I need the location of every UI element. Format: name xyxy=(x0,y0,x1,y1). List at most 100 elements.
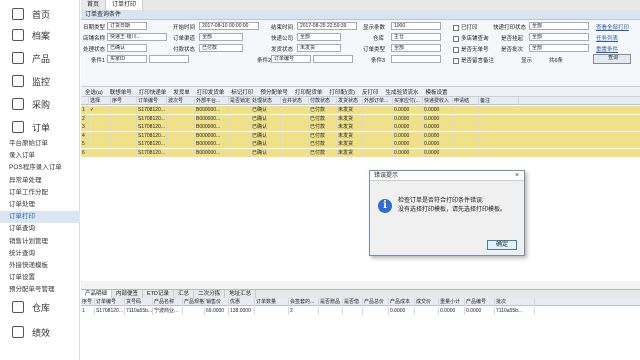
nav-bottom-0[interactable]: 仓库 xyxy=(0,297,80,317)
toolbar-button-1[interactable]: 联想单号 xyxy=(108,88,134,96)
sub-item-2[interactable]: POS程序录入订单 xyxy=(0,162,80,174)
toolbar-button-9[interactable]: 反打印 xyxy=(360,88,381,96)
detail-tab-2[interactable]: ETD记录 xyxy=(143,290,175,298)
cell-1[interactable] xyxy=(89,123,111,132)
sub-item-5[interactable]: 订单处理 xyxy=(0,199,80,211)
toolbar-button-6[interactable]: 预分配单号 xyxy=(258,88,290,96)
cell-10: 未发货 xyxy=(337,149,363,157)
express-company-select[interactable]: 全部 xyxy=(297,33,341,41)
cell-11 xyxy=(363,131,393,140)
cell-1[interactable] xyxy=(89,114,111,123)
cell-5: B000000... xyxy=(195,149,229,157)
nav-item-1[interactable]: 档案 xyxy=(0,25,80,45)
nav-item-4[interactable]: 采购 xyxy=(0,94,80,114)
suspended-select[interactable]: 全部 xyxy=(529,33,589,41)
cell-0: 序号 xyxy=(81,298,95,306)
detail-tab-5[interactable]: 地址汇总 xyxy=(225,290,257,298)
sub-item-3[interactable]: 异常单处理 xyxy=(0,175,80,187)
toolbar-button-7[interactable]: 打印配货单 xyxy=(293,88,325,96)
ok-button[interactable]: 确定 xyxy=(487,240,517,250)
detail-row: 1 S1708120... 7110a55b... 宁波商业... 69.0000 138… xyxy=(81,307,640,315)
reset-conditions-link[interactable]: 重置条件 xyxy=(596,45,618,53)
nav-item-0[interactable]: 首页 xyxy=(0,4,80,24)
sub-item-6[interactable]: 订单打印 xyxy=(0,211,80,224)
toolbar-button-11[interactable]: 模板设置 xyxy=(424,88,450,96)
pay-status-select[interactable]: 已付款 xyxy=(199,44,243,52)
toolbar-button-10[interactable]: 生成验货流水 xyxy=(384,88,421,96)
printed-checkbox[interactable]: 已打印 xyxy=(453,23,478,31)
remark-checkbox[interactable]: 是否留言备注 xyxy=(453,56,494,64)
query-button[interactable]: 查询 xyxy=(593,54,631,64)
cell-1[interactable]: ✓ xyxy=(89,106,111,114)
cell-1[interactable]: 选择 xyxy=(89,97,111,105)
detail-tab-3[interactable]: 汇总 xyxy=(174,290,195,298)
cell-5: B000000... xyxy=(195,114,229,123)
tab-home[interactable]: 首页 xyxy=(81,0,107,10)
cell-7: 已确认 xyxy=(251,131,281,140)
nav-bottom-1[interactable]: 绩效 xyxy=(0,322,80,342)
cell-4 xyxy=(167,106,195,114)
cell-8 xyxy=(281,123,309,132)
sub-item-0[interactable]: 平台原始订单 xyxy=(0,138,80,150)
order-type-select[interactable]: 全部 xyxy=(391,44,441,52)
no-waybill-checkbox[interactable]: 是否无单号 xyxy=(453,45,489,53)
cond2-select[interactable]: 订单编号 xyxy=(271,55,311,63)
sub-item-12[interactable]: 预分配单号管理 xyxy=(0,284,80,296)
close-icon[interactable]: × xyxy=(512,172,522,180)
cond3-select[interactable] xyxy=(391,55,441,63)
cell-0: 6 xyxy=(81,149,89,157)
cell-2: 序号 xyxy=(111,97,137,105)
start-time-input[interactable]: 2017-08-10 00:00:00 xyxy=(199,22,259,30)
cell-6 xyxy=(229,149,251,157)
cell-8 xyxy=(281,114,309,123)
warehouse-select[interactable]: 主仓 xyxy=(391,33,441,41)
order-channel-select[interactable]: 全部 xyxy=(199,33,243,41)
batch-select[interactable]: 全部 xyxy=(529,44,589,52)
sub-item-10[interactable]: 外接快递模板 xyxy=(0,260,80,272)
cell-5: B000000... xyxy=(195,140,229,149)
cell-1[interactable] xyxy=(89,149,111,157)
sub-item-4[interactable]: 订单工作分配 xyxy=(0,187,80,199)
toolbar-button-8[interactable]: 打印配(货) xyxy=(327,88,357,96)
multi-shop-checkbox[interactable]: 多店铺查询 xyxy=(453,34,489,42)
toolbar-button-0[interactable]: 全选(a) xyxy=(83,88,105,96)
nav-item-2[interactable]: 产品 xyxy=(0,48,80,68)
display-count-input[interactable]: 1000 xyxy=(391,22,441,30)
cond1-select[interactable]: 买家ID xyxy=(107,55,147,63)
shop-name-select[interactable]: 快递王·银川... xyxy=(107,33,167,41)
detail-tab-0[interactable]: 产品明细 xyxy=(81,290,113,298)
toolbar-button-5[interactable]: 标记打印 xyxy=(229,88,255,96)
express-print-status-select[interactable]: 全部 xyxy=(529,22,589,30)
toolbar-button-2[interactable]: 打印快递单 xyxy=(137,88,169,96)
date-type-select[interactable]: 订货日期 xyxy=(107,22,147,30)
cell-6 xyxy=(229,106,251,114)
nav-item-3[interactable]: 监控 xyxy=(0,71,80,91)
view-all-print-link[interactable]: 查看全部打印 xyxy=(596,23,629,31)
toolbar-button-4[interactable]: 打印发货单 xyxy=(195,88,227,96)
task-list-link[interactable]: 任务列表 xyxy=(596,34,618,42)
shop-name-label: 店铺名称 xyxy=(83,36,106,42)
toolbar-button-3[interactable]: 发货单 xyxy=(171,88,192,96)
cell-1[interactable] xyxy=(89,140,111,149)
sub-item-1[interactable]: 录入订单 xyxy=(0,150,80,162)
sub-item-11[interactable]: 订单设置 xyxy=(0,272,80,284)
cell-1[interactable] xyxy=(89,131,111,140)
detail-tab-4[interactable]: 二次分拣 xyxy=(194,290,226,298)
cell-12: 0.0000 xyxy=(393,131,423,140)
end-time-input[interactable]: 2017-08-25 22:59:39 xyxy=(297,22,357,30)
process-status-select[interactable]: 已确认 xyxy=(107,44,147,52)
cond2-input[interactable] xyxy=(313,55,353,63)
nav-item-5[interactable]: 订单 xyxy=(0,117,80,137)
sub-item-8[interactable]: 销售计划管理 xyxy=(0,236,80,248)
sub-item-9[interactable]: 统计查询 xyxy=(0,248,80,260)
ship-status-select[interactable]: 未发货 xyxy=(297,44,341,52)
order-channel-label: 订单渠道 xyxy=(173,36,196,42)
cond1-input[interactable] xyxy=(149,55,189,63)
tab-order-print[interactable]: 订单打印 xyxy=(106,0,144,10)
detail-tab-1[interactable]: 内部便签 xyxy=(112,290,144,298)
cell-12: 0.0000 xyxy=(393,123,423,132)
sub-item-7[interactable]: 订单查询 xyxy=(0,223,80,235)
cell-9: 已付款 xyxy=(309,114,337,123)
cell-7 xyxy=(255,307,289,315)
cell-6 xyxy=(229,114,251,123)
